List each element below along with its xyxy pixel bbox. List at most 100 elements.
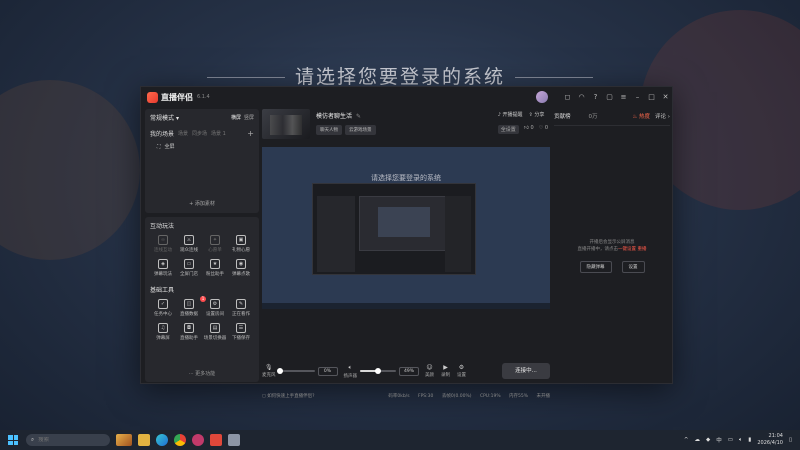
clock[interactable]: 21:04 2026/4/10 — [757, 433, 783, 447]
stream-preview[interactable]: 请选择您要登录的系统 — [262, 147, 550, 309]
edit-icon[interactable]: ✎ — [356, 113, 361, 120]
beauty-button[interactable]: ☺ 美颜 — [425, 364, 434, 378]
hot-indicator[interactable]: ♨ 热度 — [632, 112, 650, 120]
help-icon[interactable]: ? — [591, 93, 600, 102]
tool-task[interactable]: ✓ 任务中心 — [150, 299, 176, 317]
data-icon: ◫ — [184, 299, 194, 309]
main-area: 模仿者聊生活 ✎ 聊天人物 云游戏场景 ♪ 开播提醒 ⇪ 分享 全设置 👍︎ 0 … — [262, 107, 550, 399]
comments-tab[interactable]: 评论 › — [655, 112, 670, 120]
tab-scene[interactable]: 场景 — [178, 130, 188, 137]
quality-button[interactable]: 全设置 — [497, 125, 519, 134]
file-explorer-icon[interactable] — [138, 434, 150, 446]
tab-viewers[interactable]: 0万 — [589, 112, 598, 120]
app-pink-icon[interactable] — [192, 434, 204, 446]
tool-screen[interactable]: ▭ 全屏门店 — [176, 259, 202, 277]
hide-danmaku-button[interactable]: 隐藏弹幕 — [579, 261, 612, 273]
tool-mic-tool[interactable]: ♫ 弹幕屏 — [150, 323, 176, 341]
game-app-icon[interactable] — [116, 434, 132, 446]
gear-icon: ⚙ — [458, 364, 465, 371]
scene-source-item[interactable]: ⛶ 全屏 — [150, 143, 254, 151]
notification-icon[interactable]: ▯ — [789, 437, 792, 443]
speaker-volume-value[interactable]: 49% — [399, 366, 419, 376]
speaker-button[interactable]: 🔈︎ 扬声器 — [344, 364, 358, 379]
close-icon[interactable]: ✕ — [661, 93, 670, 102]
room-tag[interactable]: 聊天人物 — [316, 125, 342, 135]
hearts-value: 0 — [544, 125, 548, 131]
preview-nested-window — [378, 207, 430, 237]
mic-volume-slider[interactable] — [277, 368, 315, 374]
add-source-button[interactable]: + 添加素材 — [145, 200, 259, 207]
speaker-volume-slider[interactable] — [360, 368, 396, 374]
tool-file[interactable]: ▤ 场景切换器 — [202, 323, 228, 341]
tab-contribution[interactable]: 贡献榜 — [554, 112, 571, 120]
tool-bag[interactable]: ◘ 直播助手 — [176, 323, 202, 341]
preview-taskbar — [262, 303, 550, 309]
headset-icon[interactable]: ◠ — [577, 93, 586, 102]
mic-button[interactable]: 🎙︎ 麦克风 — [262, 364, 276, 378]
tool-star[interactable]: ★ 粉丝助手 — [202, 259, 228, 277]
chat-settings-button[interactable]: 设置 — [621, 261, 645, 273]
broadcast-notice-label: 开播提醒 — [502, 112, 523, 118]
tool-link[interactable]: ∞ 连线互动 — [150, 235, 176, 253]
help-link[interactable]: ◻ 如何快速上手直播伴侣? — [262, 393, 381, 399]
tool-doc[interactable]: ☰ 下播保存 — [228, 323, 254, 341]
landscape-toggle[interactable]: 横屏 — [231, 115, 241, 121]
ime-indicator[interactable]: 中 — [716, 436, 722, 444]
portrait-toggle[interactable]: 竖屏 — [244, 115, 254, 121]
network-icon[interactable]: ▭ — [728, 437, 733, 443]
share-button[interactable]: ⇪ 分享 — [529, 111, 545, 118]
replay-link[interactable]: 重播 — [637, 247, 646, 252]
record-button[interactable]: ▶ 录制 — [441, 364, 450, 378]
file-icon: ▤ — [210, 323, 220, 333]
tab-my-scenes[interactable]: 我的场景 — [150, 129, 174, 138]
live-companion-taskbar-icon[interactable] — [210, 434, 222, 446]
start-live-button[interactable]: 连接中... — [502, 363, 550, 379]
tool-wish[interactable]: ✦ 心愿单 — [202, 235, 228, 253]
avatar[interactable] — [536, 91, 548, 103]
settings-button[interactable]: ⚙ 设置 — [457, 364, 466, 378]
more-functions-button[interactable]: ··· 更多功能 — [145, 370, 259, 377]
message-icon[interactable]: ◻ — [563, 93, 572, 102]
tool-data[interactable]: ◫ 直播数据 1 — [176, 296, 206, 317]
generic-app-icon[interactable] — [228, 434, 240, 446]
screen-icon: ▭ — [184, 259, 194, 269]
tool-gift[interactable]: ▣ 礼物心愿 — [228, 235, 254, 253]
room-cover[interactable] — [262, 109, 310, 139]
mode-dropdown[interactable]: 常规模式 ▾ — [150, 113, 179, 122]
security-icon[interactable]: ◆ — [706, 437, 710, 443]
edge-icon[interactable] — [156, 434, 168, 446]
speaker-slider-knob[interactable] — [374, 368, 381, 374]
add-scene-icon[interactable]: + — [247, 129, 254, 138]
mic-slider-knob[interactable] — [277, 368, 284, 374]
search-input[interactable] — [38, 437, 99, 443]
windows-start-icon[interactable] — [8, 435, 18, 445]
chrome-icon[interactable] — [174, 434, 186, 446]
tool-pk[interactable]: ⚔ 观众连线 — [176, 235, 202, 253]
gift-box-icon[interactable]: ▢ — [605, 93, 614, 102]
mic-volume-value[interactable]: 0% — [317, 366, 338, 376]
tab-sync-scene[interactable]: 同步场 — [192, 130, 207, 137]
hearts-count: ♡ 0 — [539, 125, 548, 134]
tool-game[interactable]: ◈ 弹幕玩法 — [150, 259, 176, 277]
tool-record[interactable]: ◉ 弹幕点歌 — [228, 259, 254, 277]
mode-label: 常规模式 — [150, 115, 175, 122]
menu-icon[interactable]: ≡ — [619, 93, 628, 102]
cloud-icon[interactable]: ☁ — [695, 437, 701, 443]
maximize-icon[interactable]: □ — [647, 93, 656, 102]
volume-icon[interactable]: 🔈︎ — [739, 437, 742, 444]
logo-icon — [147, 91, 158, 103]
chevron-up-icon[interactable]: ^ — [684, 437, 689, 443]
room-tag[interactable]: 云游戏场景 — [345, 125, 376, 135]
app-name: 直播伴侣 — [161, 92, 193, 102]
tab-scene-1[interactable]: 场景 1 — [211, 130, 226, 137]
broadcast-notice-button[interactable]: ♪ 开播提醒 — [498, 111, 523, 118]
tool-settings[interactable]: ⚙ 设置房间 — [202, 299, 228, 317]
tool-label: 连线互动 — [154, 248, 172, 253]
minimize-icon[interactable]: – — [633, 93, 642, 102]
room-header: 模仿者聊生活 ✎ 聊天人物 云游戏场景 ♪ 开播提醒 ⇪ 分享 全设置 👍︎ 0 … — [262, 107, 550, 141]
tool-edit[interactable]: ✎ 正在看作 — [228, 299, 254, 317]
taskbar-search[interactable]: ⌕ — [26, 434, 110, 446]
status-live-state: 未开播 — [536, 394, 551, 399]
battery-icon[interactable]: ▮ — [748, 437, 751, 443]
one-click-setup-link[interactable]: 一键设置 — [618, 247, 636, 252]
